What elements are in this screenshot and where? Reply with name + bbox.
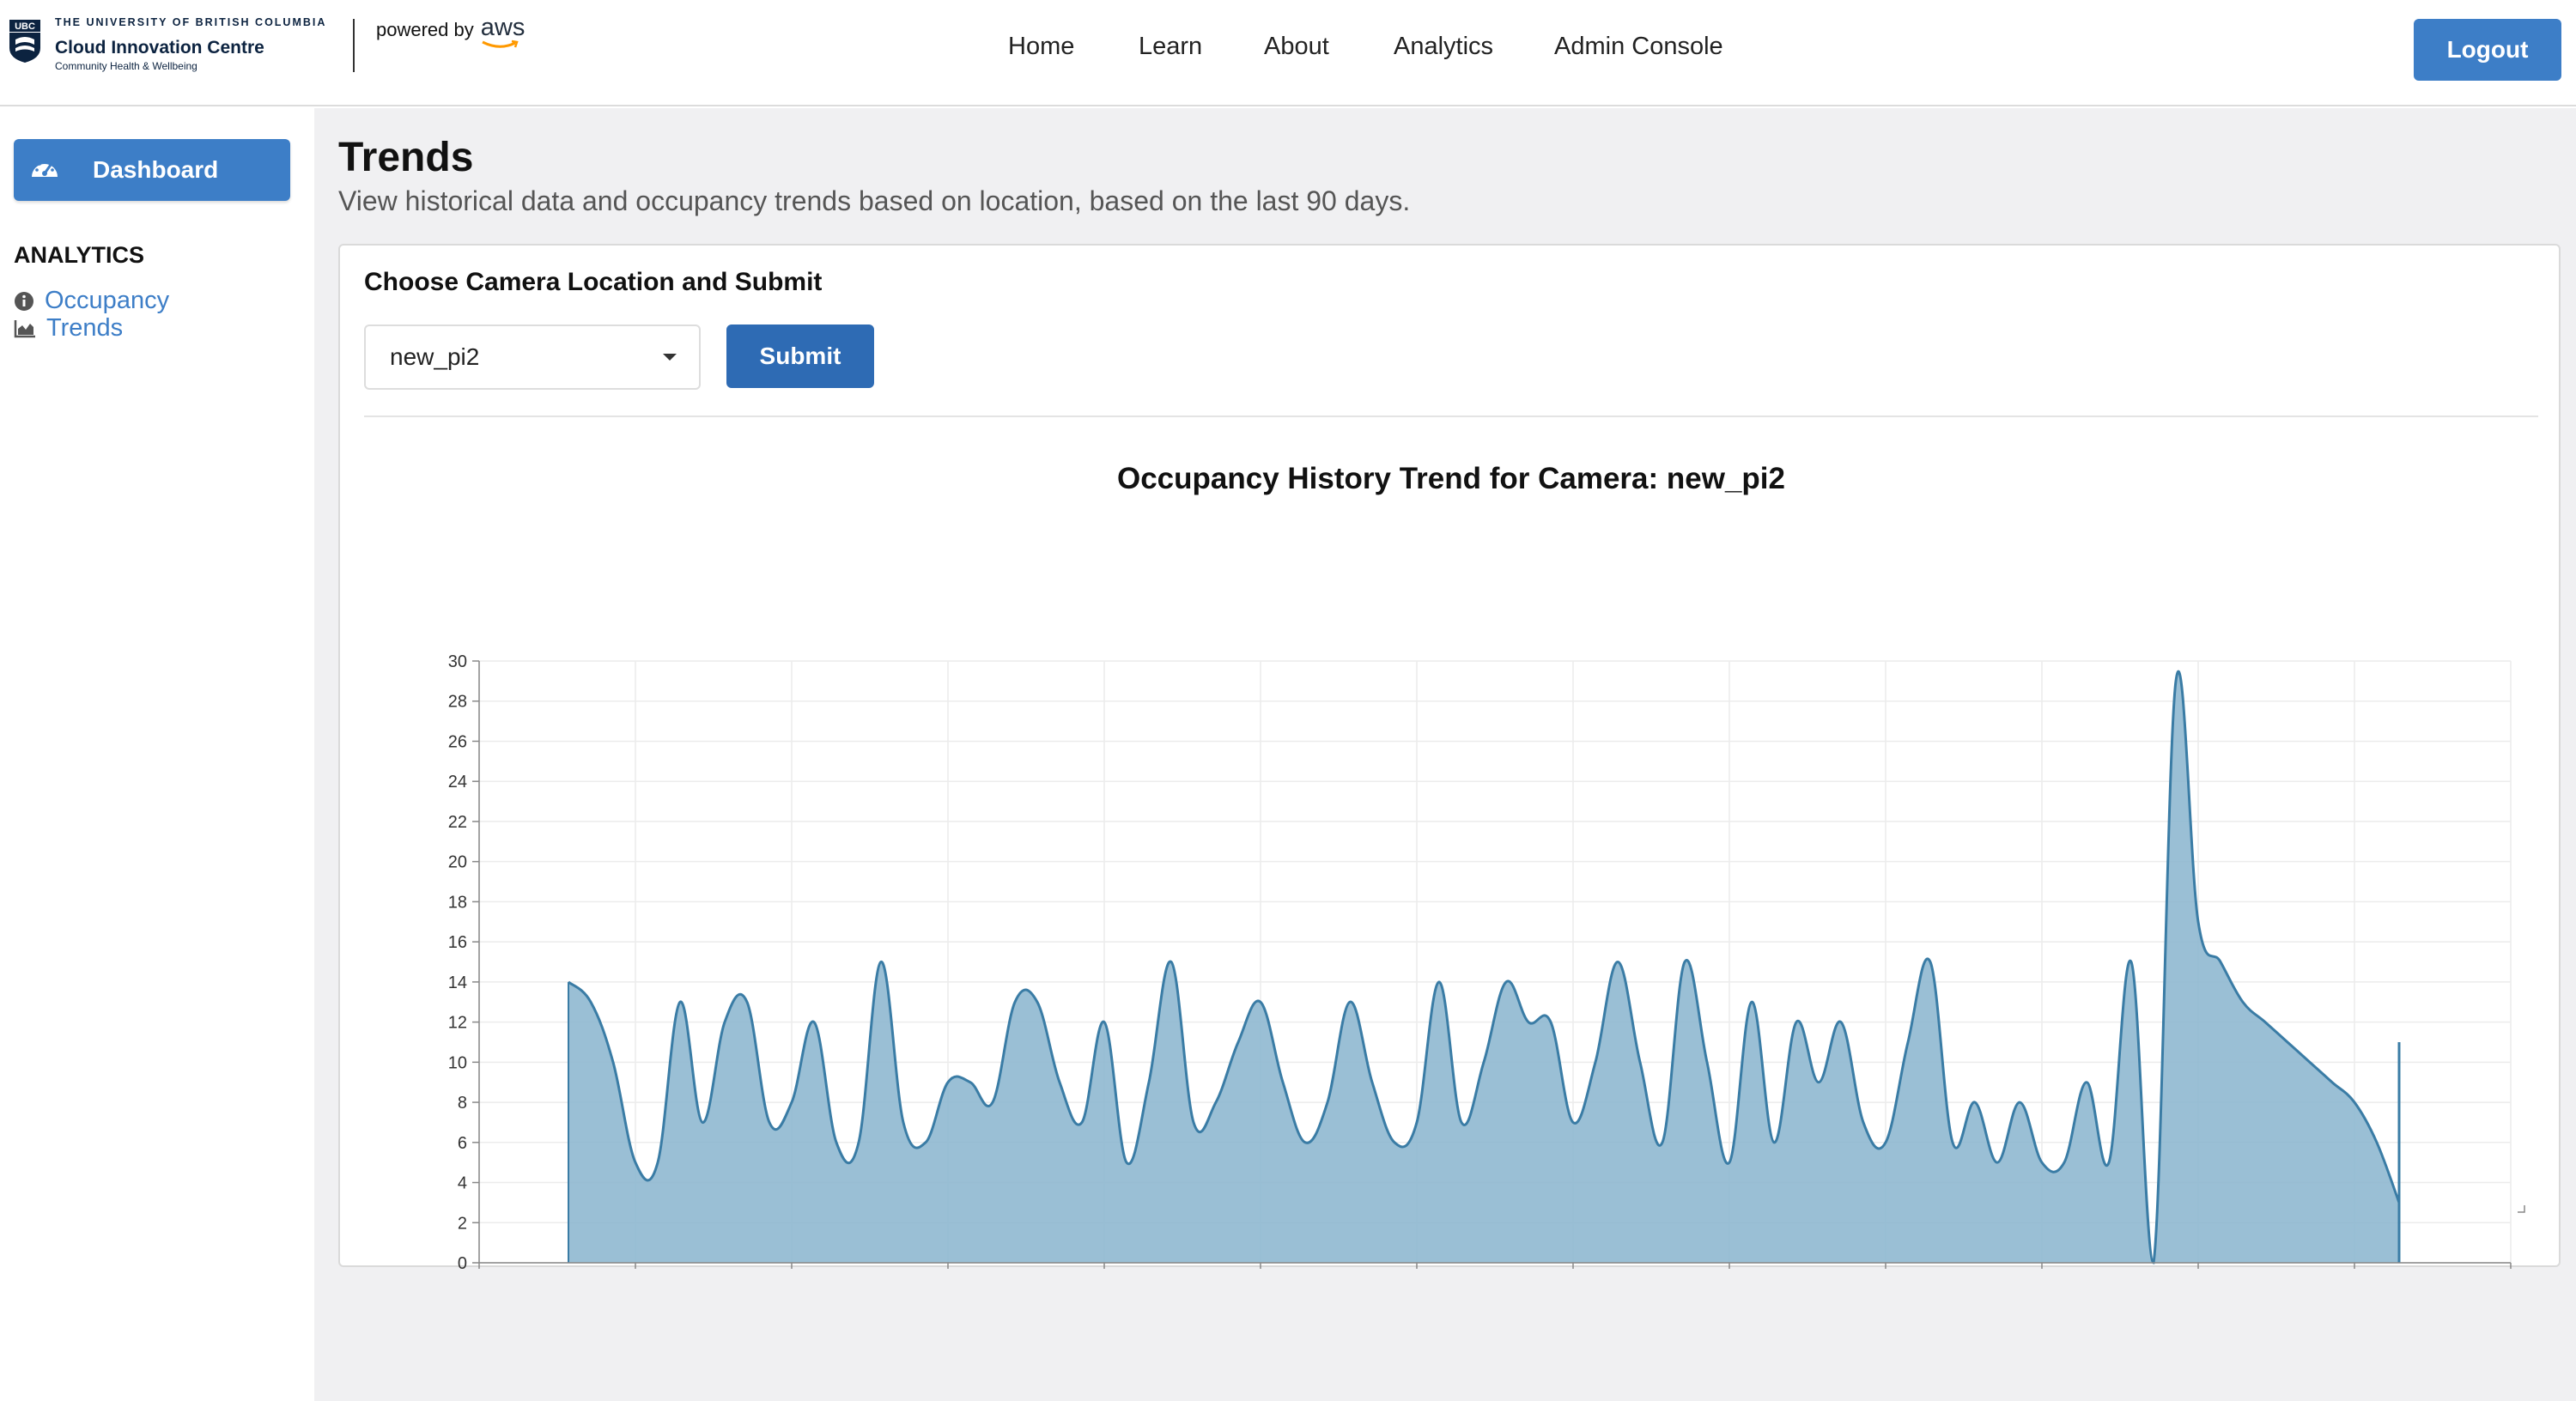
- main-content: Trends View historical data and occupanc…: [314, 108, 2576, 1401]
- logout-button[interactable]: Logout: [2414, 19, 2561, 81]
- sidebar-item-label: Trends: [46, 314, 124, 342]
- y-tick-label: 12: [448, 1014, 467, 1033]
- y-tick-label: 0: [458, 1254, 467, 1269]
- y-tick-label: 14: [448, 973, 467, 992]
- dashboard-label: Dashboard: [93, 156, 219, 183]
- y-tick-label: 28: [448, 693, 467, 712]
- y-tick-label: 30: [448, 652, 467, 671]
- powered-by-aws: powered by aws: [376, 14, 525, 48]
- aws-logo: aws: [480, 14, 526, 48]
- logo-subtitle-text: Community Health & Wellbeing: [55, 59, 197, 72]
- series-area-fill: [568, 671, 2399, 1263]
- info-circle-icon: [15, 291, 33, 311]
- y-tick-label: 22: [448, 813, 467, 832]
- sidebar-item-occupancy[interactable]: Occupancy: [14, 287, 169, 315]
- page-title: Trends: [338, 135, 474, 180]
- nav-learn[interactable]: Learn: [1139, 33, 1202, 61]
- sidebar-item-trends[interactable]: Trends: [14, 314, 123, 343]
- area-chart-icon: [14, 319, 35, 337]
- y-tick-label: 2: [458, 1214, 467, 1233]
- y-tick-label: 24: [448, 773, 467, 791]
- powered-by-text: powered by: [376, 19, 474, 40]
- ubc-logo[interactable]: UBC THE UNIVERSITY OF BRITISH COLUMBIA C…: [9, 17, 326, 77]
- nav-admin-console[interactable]: Admin Console: [1554, 33, 1723, 61]
- logo-university-text: THE UNIVERSITY OF BRITISH COLUMBIA: [55, 16, 327, 28]
- aws-smile-icon: [482, 39, 519, 48]
- sidebar-item-label: Occupancy: [45, 287, 170, 314]
- occupancy-trend-chart: 024681012141618202224262830Jan 28Feb 4Fe…: [448, 652, 2525, 1269]
- chart-area-layer: [567, 670, 2401, 1265]
- dashboard-button[interactable]: Dashboard: [14, 139, 290, 201]
- y-tick-label: 16: [448, 933, 467, 952]
- y-tick-label: 18: [448, 893, 467, 912]
- y-tick-label: 26: [448, 732, 467, 751]
- logo-divider: [353, 19, 355, 72]
- resize-handle-icon[interactable]: [2518, 1205, 2525, 1213]
- nav-home[interactable]: Home: [1008, 33, 1074, 61]
- trends-card: Choose Camera Location and Submit new_pi…: [338, 244, 2561, 1269]
- nav-about[interactable]: About: [1264, 33, 1329, 61]
- speedometer-icon: [32, 160, 58, 177]
- y-tick-label: 10: [448, 1053, 467, 1072]
- sidebar: Dashboard ANALYTICS Occupancy Trends: [0, 108, 314, 1401]
- aws-text: aws: [480, 14, 526, 41]
- nav-analytics[interactable]: Analytics: [1394, 33, 1493, 61]
- logo-centre-text: Cloud Innovation Centre: [55, 37, 264, 58]
- analytics-section-heading: ANALYTICS: [14, 242, 145, 268]
- page-subtitle: View historical data and occupancy trend…: [338, 185, 1411, 216]
- y-tick-label: 20: [448, 853, 467, 872]
- y-tick-label: 4: [458, 1174, 467, 1193]
- ubc-crest-icon: UBC: [9, 20, 40, 63]
- y-tick-label: 8: [458, 1094, 467, 1113]
- y-tick-label: 6: [458, 1134, 467, 1153]
- top-header: UBC THE UNIVERSITY OF BRITISH COLUMBIA C…: [0, 0, 2576, 106]
- svg-text:UBC: UBC: [15, 21, 35, 32]
